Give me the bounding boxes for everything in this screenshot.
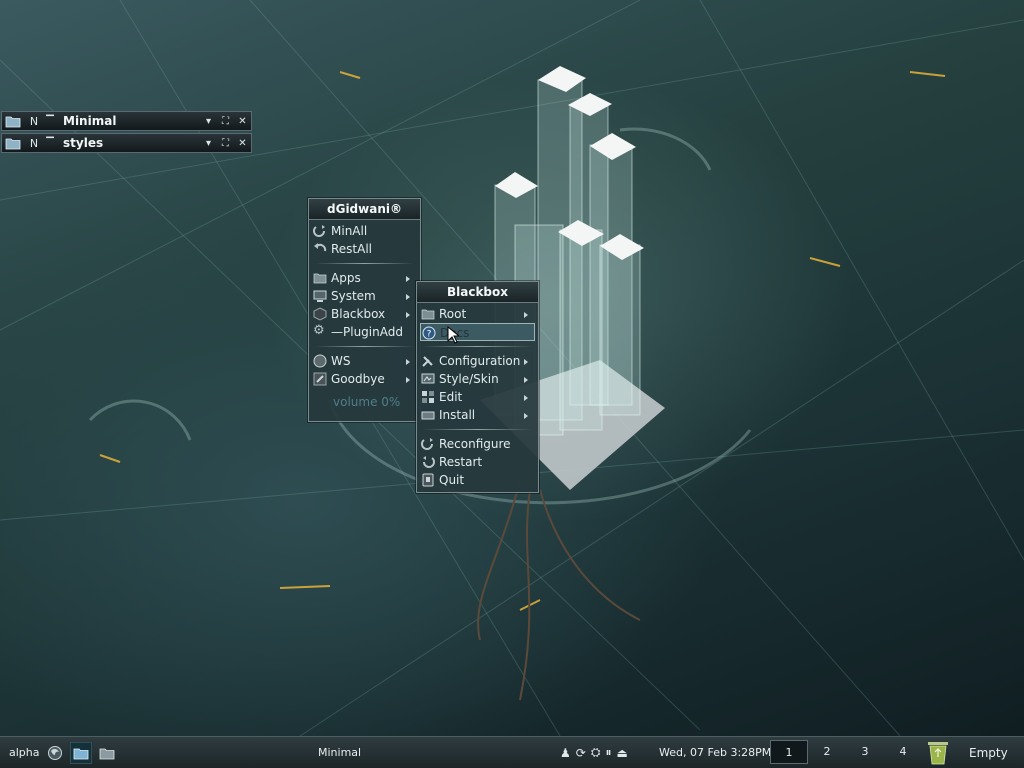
restore-all-icon [313, 242, 327, 256]
window-menu-icon[interactable]: ▾ [200, 116, 217, 127]
workspace-name[interactable]: alpha [0, 746, 40, 759]
menu-separator [309, 341, 420, 352]
menu-separator [417, 424, 538, 435]
window-bar-styles[interactable]: N ▔ styles ▾ ⛶ ✕ [1, 133, 252, 153]
menu-item-apps[interactable]: Apps [309, 269, 420, 287]
reconfigure-icon [421, 437, 435, 451]
menu-item-install[interactable]: Install [417, 406, 538, 424]
cube-icon [313, 307, 327, 321]
menu-separator [417, 341, 538, 352]
workspace-button-1[interactable]: 1 [770, 740, 808, 764]
edit-icon [421, 390, 435, 404]
palette-icon [421, 372, 435, 386]
workspace-button-3[interactable]: 3 [846, 740, 884, 764]
menu-item-configuration[interactable]: Configuration [417, 352, 538, 370]
menu-item-goodbye[interactable]: Goodbye [309, 370, 420, 388]
menu-separator [309, 258, 420, 269]
accessibility-icon[interactable]: ♟ [560, 746, 571, 760]
submenu-arrow-icon [524, 377, 528, 383]
file-manager-active-icon[interactable] [70, 741, 92, 764]
menu-item-root[interactable]: Root [417, 305, 538, 323]
submenu-arrow-icon [406, 359, 410, 365]
maximize-icon[interactable]: ⛶ [217, 138, 234, 149]
submenu-arrow-icon [406, 276, 410, 282]
menu-item-pluginadd[interactable]: ⚙ —PluginAdd [309, 323, 420, 341]
trash-label: Empty [969, 745, 1008, 760]
submenu-arrow-icon [524, 395, 528, 401]
menu-item-minall[interactable]: MinAll [309, 222, 420, 240]
workspace-icon [313, 354, 327, 368]
browser-icon[interactable] [44, 742, 66, 764]
install-icon [421, 408, 435, 422]
submenu-arrow-icon [524, 413, 528, 419]
restart-icon [421, 455, 435, 469]
menu-item-restall[interactable]: RestAll [309, 240, 420, 258]
eject-icon[interactable]: ⏏ [616, 746, 627, 760]
blackbox-menu: Blackbox Root ? Docs Configuration Style… [416, 281, 539, 493]
blackbox-menu-title: Blackbox [417, 282, 538, 303]
window-title: Minimal [63, 114, 117, 128]
folder-icon [421, 307, 435, 321]
submenu-arrow-icon [524, 312, 528, 318]
menu-item-reconfigure[interactable]: Reconfigure [417, 435, 538, 453]
window-n-button[interactable]: N [27, 137, 41, 150]
power-icon [313, 372, 327, 386]
menu-item-docs[interactable]: ? Docs [420, 323, 535, 344]
system-tray: ♟ ⟳ ⛭ ⏸ ⏏ [560, 745, 633, 760]
submenu-arrow-icon [406, 294, 410, 300]
workspace-button-2[interactable]: 2 [808, 740, 846, 764]
gear-icon: ⚙ [313, 323, 325, 338]
menu-item-blackbox[interactable]: Blackbox [309, 305, 420, 323]
taskbar-current-window[interactable]: Minimal [318, 746, 361, 759]
minimize-all-icon [313, 224, 327, 238]
submenu-arrow-icon [406, 312, 410, 318]
root-menu-title: dGidwani® [309, 199, 420, 220]
window-shade-button[interactable]: ▔ [45, 138, 55, 149]
clock[interactable]: Wed, 07 Feb 3:28PM [659, 746, 771, 759]
volume-status[interactable]: volume 0% [309, 391, 420, 413]
menu-item-restart[interactable]: Restart [417, 453, 538, 471]
close-icon[interactable]: ✕ [234, 116, 251, 127]
folder-icon [5, 138, 21, 150]
workspace-button-4[interactable]: 4 [884, 740, 922, 764]
folder-icon[interactable] [96, 742, 118, 764]
window-n-button[interactable]: N [27, 115, 41, 128]
monitor-icon [313, 289, 327, 303]
volume-icon[interactable]: ⏸ [605, 745, 611, 760]
maximize-icon[interactable]: ⛶ [217, 116, 234, 127]
close-icon[interactable]: ✕ [234, 138, 251, 149]
workspace-pager: 1 2 3 4 [770, 740, 922, 764]
window-title: styles [63, 136, 104, 150]
network-icon[interactable]: ⛭ [591, 745, 601, 760]
folder-icon [5, 116, 21, 128]
taskbar: alpha Minimal ♟ ⟳ ⛭ ⏸ ⏏ Wed, 07 Feb 3:28… [0, 736, 1024, 768]
window-bar-minimal[interactable]: N ▔ Minimal ▾ ⛶ ✕ [1, 111, 252, 131]
window-shade-button[interactable]: ▔ [45, 116, 55, 127]
svg-text:?: ? [427, 330, 432, 340]
root-menu: dGidwani® MinAll RestAll Apps System Bla… [308, 198, 421, 422]
submenu-arrow-icon [524, 359, 528, 365]
help-icon: ? [422, 326, 436, 340]
window-menu-icon[interactable]: ▾ [200, 138, 217, 149]
menu-item-style-skin[interactable]: Style/Skin [417, 370, 538, 388]
menu-item-quit[interactable]: Quit [417, 471, 538, 489]
quit-icon [421, 473, 435, 487]
menu-item-edit[interactable]: Edit [417, 388, 538, 406]
folder-icon [313, 271, 327, 285]
menu-item-system[interactable]: System [309, 287, 420, 305]
sync-icon[interactable]: ⟳ [576, 746, 586, 760]
trash-icon[interactable] [926, 740, 950, 766]
menu-item-ws[interactable]: WS [309, 352, 420, 370]
wrench-icon [421, 354, 435, 368]
submenu-arrow-icon [406, 377, 410, 383]
